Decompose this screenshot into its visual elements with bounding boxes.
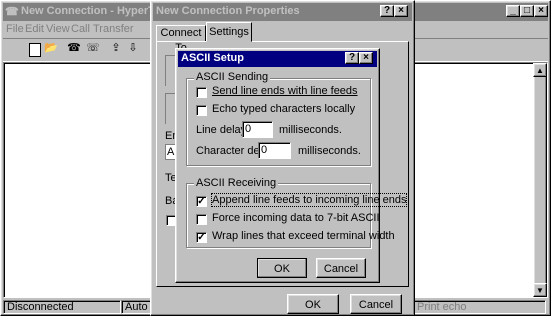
send-line-ends-label[interactable]: Send line ends with line feeds [212,85,358,97]
tab-connect-to[interactable]: Connect To [156,25,206,54]
properties-title-bar[interactable]: New Connection Properties ? × [153,3,412,21]
properties-help-button[interactable]: ? [380,5,394,17]
line-delay-input[interactable]: 0 [242,121,273,138]
minimize-button[interactable]: _ [506,5,520,17]
app-icon: ☎ [5,6,19,18]
append-line-feeds-checkbox[interactable]: ✓ [196,196,207,207]
ascii-help-button[interactable]: ? [345,52,359,64]
send-icon[interactable]: ⇪ [108,41,124,56]
tab-settings[interactable]: Settings [206,22,252,42]
properties-title: New Connection Properties [156,5,300,17]
echo-typed-label[interactable]: Echo typed characters locally [212,103,355,115]
ascii-receiving-label: ASCII Receiving [194,177,279,189]
scroll-down-button[interactable]: ▼ [533,283,547,297]
force-7bit-checkbox[interactable] [196,214,207,225]
send-line-ends-checkbox[interactable] [196,87,207,98]
ascii-setup-title: ASCII Setup [181,52,244,64]
properties-ok-button[interactable]: OK [287,294,339,314]
ascii-setup-title-bar[interactable]: ASCII Setup ? × [178,51,377,67]
menu-view[interactable]: View [46,23,70,35]
status-print-echo: Print echo [413,300,546,314]
character-delay-unit: milliseconds. [298,145,361,157]
echo-typed-checkbox[interactable] [196,105,207,116]
connect-icon[interactable]: ☎ [66,41,82,56]
properties-close-button[interactable]: × [394,5,408,17]
properties-cancel-button[interactable]: Cancel [350,294,402,314]
append-line-feeds-label[interactable]: Append line feeds to incoming line ends [210,193,408,207]
ascii-cancel-button[interactable]: Cancel [316,258,366,278]
menu-edit[interactable]: Edit [25,23,44,35]
wrap-lines-label[interactable]: Wrap lines that exceed terminal width [212,230,395,242]
new-icon[interactable] [29,43,41,57]
line-delay-unit: milliseconds. [279,124,342,136]
menu-transfer[interactable]: Transfer [93,23,134,35]
status-connection: Disconnected [3,300,121,314]
close-button[interactable]: × [534,5,548,17]
open-icon[interactable]: 📂 [43,41,59,56]
menu-call[interactable]: Call [71,23,90,35]
wrap-lines-checkbox[interactable]: ✓ [196,232,207,243]
character-delay-input[interactable]: 0 [258,142,291,159]
maximize-button[interactable]: □ [520,5,534,17]
scroll-up-button[interactable]: ▲ [533,63,547,77]
menu-file[interactable]: File [6,23,24,35]
disconnect-icon[interactable]: ☏ [85,41,101,56]
ascii-sending-label: ASCII Sending [194,71,271,83]
receive-icon[interactable]: ⇩ [125,41,141,56]
force-7bit-label[interactable]: Force incoming data to 7-bit ASCII [212,212,380,224]
vertical-scrollbar[interactable] [533,63,547,297]
ascii-ok-button[interactable]: OK [257,258,307,278]
ascii-close-button[interactable]: × [359,52,373,64]
